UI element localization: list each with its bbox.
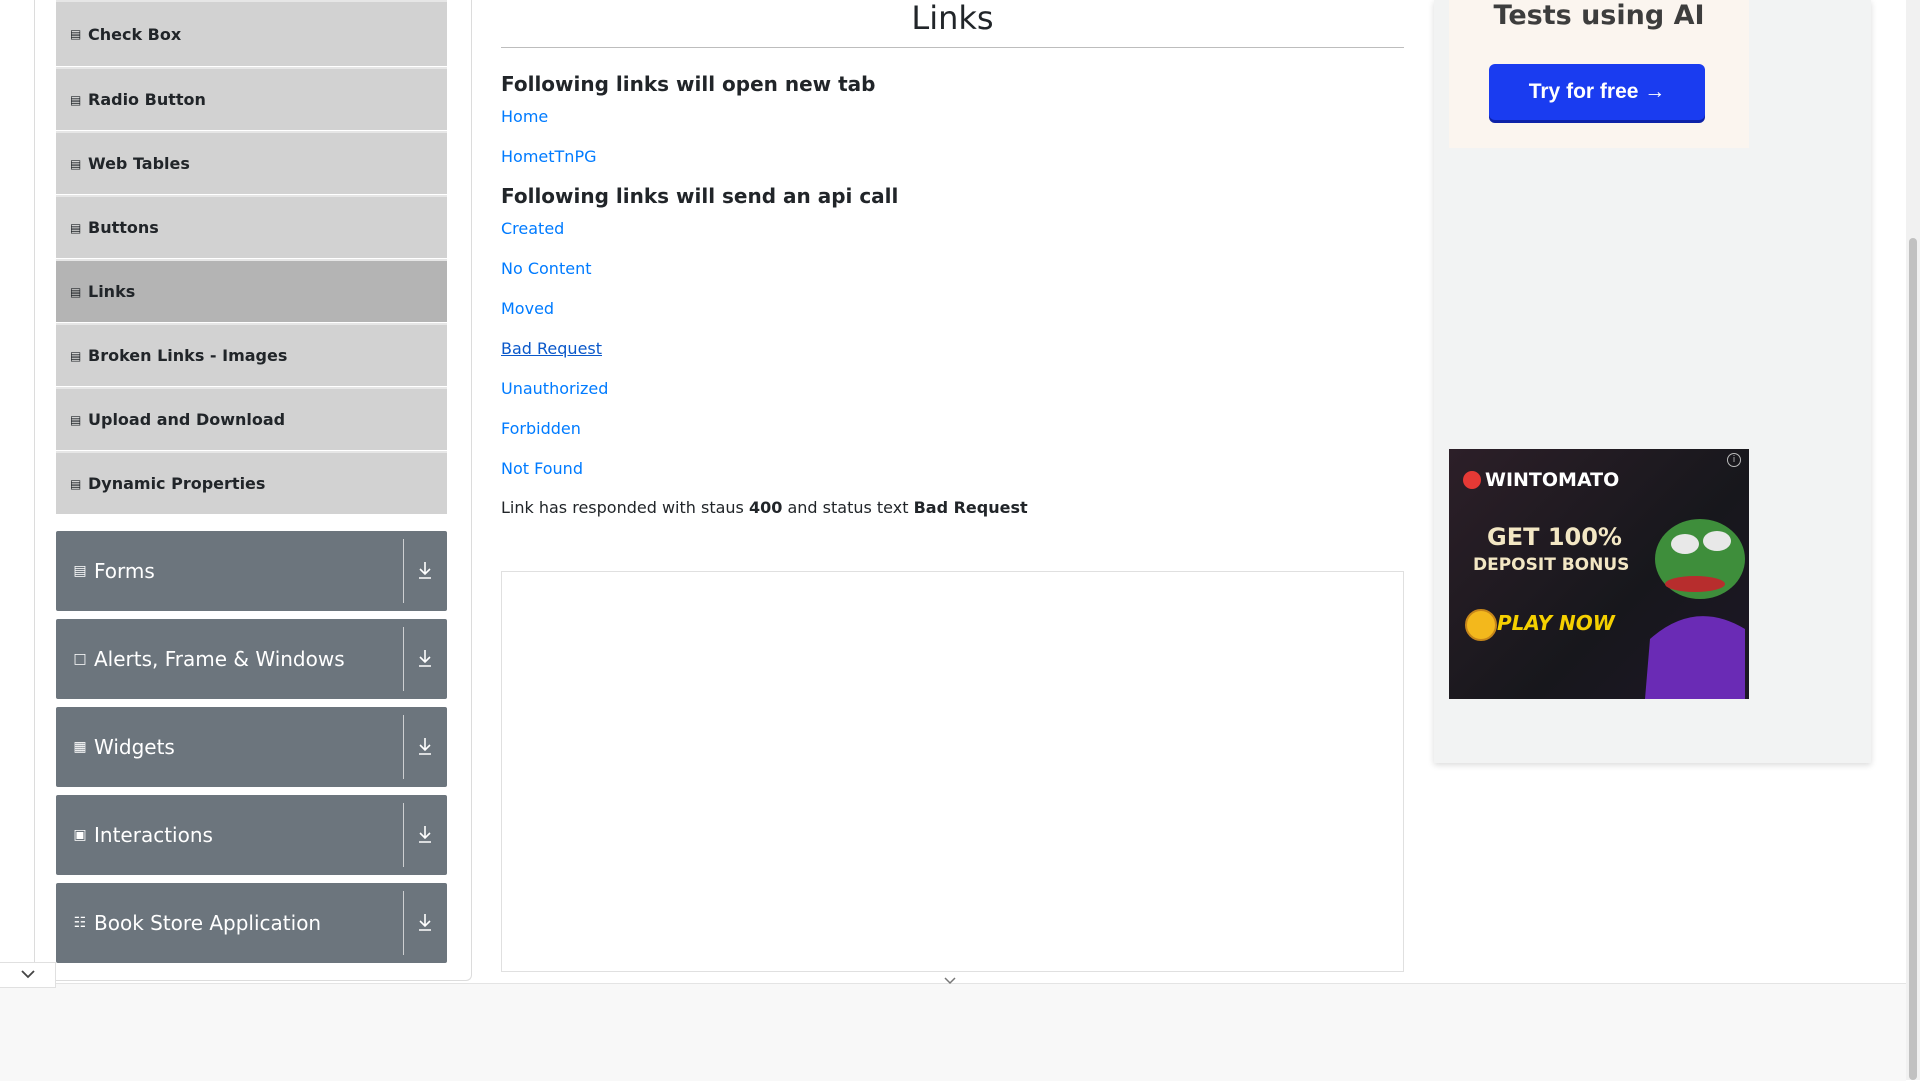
menu-item-label: Dynamic Properties <box>88 474 266 493</box>
link-response-message: Link has responded with staus 400 and st… <box>501 498 1028 517</box>
menu-item-dynamic-properties[interactable]: ▤ Dynamic Properties <box>56 451 447 514</box>
ad-offer-line1: GET 100% <box>1487 523 1622 551</box>
link-not-found[interactable]: Not Found <box>501 459 583 478</box>
ai-testing-ad[interactable]: Tests using AI Try for free → <box>1449 0 1749 148</box>
link-no-content[interactable]: No Content <box>501 259 591 278</box>
group-label: Interactions <box>94 823 213 847</box>
menu-item-label: Upload and Download <box>88 410 286 429</box>
menu-item-label: Check Box <box>88 24 182 44</box>
api-call-heading: Following links will send an api call <box>501 184 899 208</box>
menu-item-label: Web Tables <box>88 154 190 173</box>
frog-mascot-image <box>1645 519 1745 699</box>
ad-choices-icon[interactable]: i <box>1727 453 1741 467</box>
response-prefix: Link has responded with staus <box>501 498 744 517</box>
group-label: Widgets <box>94 735 175 759</box>
chevron-down-icon[interactable] <box>940 974 960 988</box>
list-icon: ▤ <box>70 92 82 107</box>
content-ad-frame <box>501 571 1404 972</box>
link-home[interactable]: Home <box>501 107 548 126</box>
download-arrow-icon[interactable] <box>413 733 437 759</box>
download-arrow-icon[interactable] <box>413 821 437 847</box>
menu-item-check-box[interactable]: ▤ Check Box <box>56 0 447 66</box>
list-icon: ▤ <box>70 27 82 41</box>
link-moved[interactable]: Moved <box>501 299 554 318</box>
menu-item-label: Links <box>88 282 136 301</box>
try-for-free-button[interactable]: Try for free → <box>1489 64 1705 120</box>
ad-brand: WINTOMATO <box>1485 469 1620 491</box>
response-status-text: Bad Request <box>913 498 1028 517</box>
collapse-toggle[interactable] <box>0 962 56 988</box>
menu-item-buttons[interactable]: ▤ Buttons <box>56 195 447 258</box>
link-forbidden[interactable]: Forbidden <box>501 419 581 438</box>
download-arrow-icon[interactable] <box>413 645 437 671</box>
menu-item-label: Radio Button <box>88 90 206 109</box>
group-label: Book Store Application <box>94 911 322 935</box>
ad-play-now: PLAY NOW <box>1497 611 1615 635</box>
group-header-alerts[interactable]: □ Alerts, Frame & Windows <box>56 619 447 699</box>
title-divider <box>501 47 1404 48</box>
ad-offer-line2: DEPOSIT BONUS <box>1473 555 1630 575</box>
group-header-interactions[interactable]: ▣ Interactions <box>56 795 447 875</box>
menu-item-links[interactable]: ▤ Links <box>56 259 447 322</box>
scrollbar-thumb[interactable] <box>1909 238 1917 1080</box>
widgets-icon: ▦ <box>73 739 87 755</box>
coin-icon <box>1465 609 1497 641</box>
bottom-ad-strip <box>0 983 1906 1081</box>
window-icon: □ <box>73 651 87 667</box>
tomato-logo-icon <box>1463 471 1481 489</box>
list-icon: ▤ <box>70 412 82 427</box>
group-header-book-store[interactable]: ☷ Book Store Application <box>56 883 447 963</box>
download-arrow-icon[interactable] <box>413 557 437 583</box>
link-created[interactable]: Created <box>501 219 564 238</box>
menu-item-broken-links[interactable]: ▤ Broken Links - Images <box>56 323 447 386</box>
casino-banner-ad[interactable]: WINTOMATO GET 100% DEPOSIT BONUS PLAY NO… <box>1449 449 1749 699</box>
menu-item-web-tables[interactable]: ▤ Web Tables <box>56 131 447 194</box>
link-unauthorized[interactable]: Unauthorized <box>501 379 608 398</box>
group-label: Alerts, Frame & Windows <box>94 647 345 671</box>
chevron-down-icon <box>21 970 35 979</box>
response-status-code: 400 <box>748 498 783 517</box>
group-header-forms[interactable]: ▤ Forms <box>56 531 447 611</box>
books-icon: ☷ <box>73 915 87 931</box>
list-icon: ▤ <box>70 156 82 171</box>
elements-menu-list: ▤ Check Box ▤ Radio Button ▤ Web Tables … <box>56 0 447 515</box>
list-icon: ▤ <box>70 220 82 235</box>
list-icon: ▤ <box>70 476 82 491</box>
menu-item-upload-download[interactable]: ▤ Upload and Download <box>56 387 447 450</box>
menu-item-label: Broken Links - Images <box>88 346 288 365</box>
group-header-widgets[interactable]: ▦ Widgets <box>56 707 447 787</box>
response-middle: and status text <box>787 498 909 517</box>
download-arrow-icon[interactable] <box>413 909 437 935</box>
link-bad-request[interactable]: Bad Request <box>501 339 602 358</box>
link-home-dynamic[interactable]: HometTnPG <box>501 147 596 166</box>
menu-item-label: Buttons <box>88 218 159 237</box>
menu-item-radio-button[interactable]: ▤ Radio Button <box>56 67 447 130</box>
page-title: Links <box>911 0 994 38</box>
list-icon: ▤ <box>70 284 82 299</box>
form-icon: ▤ <box>73 563 87 579</box>
interactions-icon: ▣ <box>73 827 87 843</box>
list-icon: ▤ <box>70 348 82 363</box>
new-tab-heading: Following links will open new tab <box>501 72 876 96</box>
ad-headline: Tests using AI <box>1493 0 1705 31</box>
group-label: Forms <box>94 559 155 583</box>
